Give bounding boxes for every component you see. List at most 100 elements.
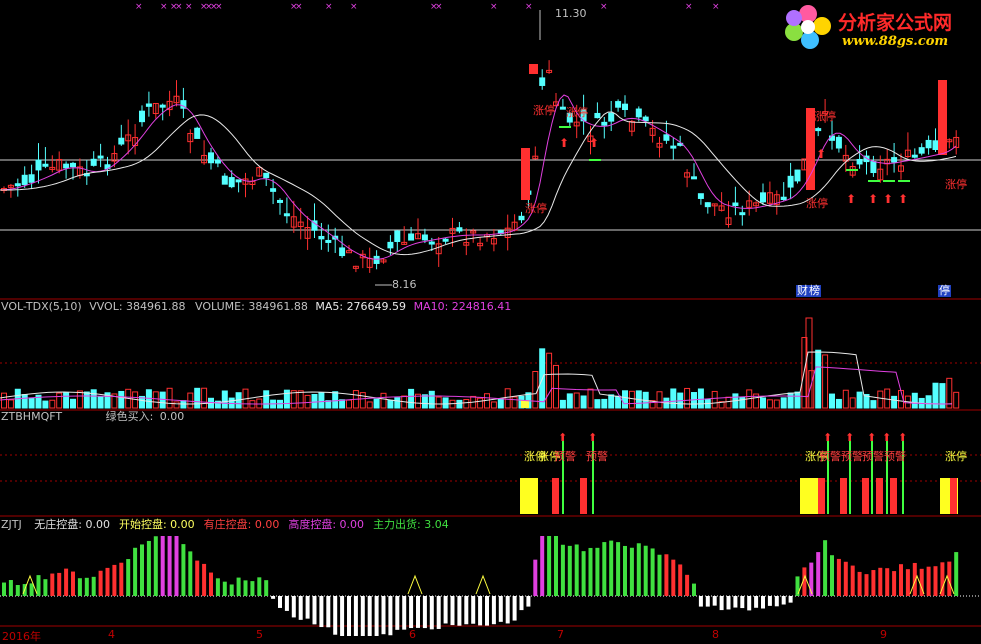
zjtj-bar [678, 564, 683, 596]
candle-body [221, 175, 228, 185]
volume-bar [842, 389, 849, 409]
volume-bar [601, 398, 608, 409]
candle-body [139, 110, 145, 123]
candle-body [270, 188, 277, 192]
zjtj-bar [692, 583, 696, 596]
chart-canvas[interactable]: × × ×× × ×××× ×× × × ×× × × × × ×⬆ ⬆⬆⬆ ⬆ ⬆ ⬆⬆ ⬆ ⬆ ⬆ ⬆ ⬆ ⬆ [0, 0, 981, 644]
candle-body [421, 234, 428, 241]
volume-bar [297, 390, 304, 409]
candle-body [787, 175, 794, 188]
zjtj-bar [767, 596, 772, 606]
candle-body [642, 116, 649, 122]
vvol-label: VVOL: [89, 300, 123, 313]
buy-arrow-icon: ⬆ [898, 192, 908, 206]
zjtj-bar [181, 544, 186, 596]
volume-bar [339, 399, 346, 409]
candle-body [911, 154, 918, 158]
limit-up-tag-3: 涨停 [566, 106, 588, 119]
zjtj-bar [188, 551, 193, 596]
zjtj-bar [71, 571, 75, 596]
candle-body [14, 183, 21, 187]
signal-warn-4: 预警 [841, 450, 863, 463]
volume-bar [346, 399, 352, 409]
zjtj-bar [705, 596, 710, 607]
suspend-badge[interactable]: 停 [938, 285, 951, 297]
volume-bar [622, 390, 628, 409]
zjtj-item-0: 无庄控盘: 0.00 [34, 518, 110, 531]
candle-body [63, 163, 70, 169]
top-cross-marker: × [160, 2, 168, 12]
zjtj-bar [333, 596, 338, 635]
volume-bar [311, 394, 318, 409]
zjtj-bar [105, 567, 110, 596]
candle-body [408, 233, 415, 241]
zjtj-bar [140, 544, 144, 596]
candle-body [732, 202, 739, 207]
volume-bar [615, 395, 622, 409]
signal-limit-4: 涨停 [945, 450, 967, 463]
signal-arrow-icon: ⬆ [558, 431, 567, 444]
zjtj-bar [616, 542, 621, 596]
volume-bar [373, 398, 380, 409]
signal-arrow-icon: ⬆ [823, 431, 832, 444]
volume-bar [835, 398, 842, 409]
volume-bar [70, 398, 76, 409]
candle-body [346, 250, 352, 254]
volume-bar [366, 401, 373, 409]
buy-arrow-icon: ⬆ [846, 192, 856, 206]
buy-arrow-icon: ⬆ [883, 192, 893, 206]
candle-body [780, 196, 787, 201]
volume-bar [608, 394, 615, 409]
vol-panel-header: VOL-TDX(5,10) VVOL: 384961.88 VOLUME: 38… [1, 301, 511, 313]
zjtj-indicator-name[interactable]: ZJTJ [1, 518, 22, 531]
zjtj-bar [885, 568, 890, 596]
zjtj-bar [664, 554, 669, 596]
zjtj-bar [554, 536, 558, 596]
zjtj-bar [84, 577, 89, 596]
candle-body [932, 140, 939, 150]
top-cross-marker: × [185, 2, 193, 12]
zjtj-bar [64, 568, 69, 596]
time-axis-month-8: 8 [712, 628, 719, 641]
zjtj-bar [222, 581, 227, 596]
zjtj-bar [830, 555, 834, 596]
zjtj-bar [119, 562, 124, 596]
zjtj-bar [57, 572, 62, 596]
zjtj-triangle-marker [475, 574, 491, 595]
volume-bar [580, 395, 587, 409]
zjtj-bar [160, 536, 165, 596]
candle-body [794, 169, 801, 182]
zjtj-bar [250, 581, 255, 596]
volume-label: VOLUME: [195, 300, 245, 313]
zjtj-bar [347, 596, 351, 636]
candle-body [622, 103, 628, 111]
volume-bar [953, 391, 960, 409]
ztbh-panel-header: ZTBHMQFT 绿色买入: 0.00 [1, 411, 184, 423]
signal-arrow-icon: ⬆ [588, 431, 597, 444]
zjtj-item-2: 有庄控盘: 0.00 [203, 518, 280, 531]
zjtj-bar [215, 578, 220, 596]
ztbh-indicator-name[interactable]: ZTBHMQFT [1, 410, 62, 423]
zjtj-item-3: 高度控盘: 0.00 [288, 518, 365, 531]
vol-indicator-name[interactable]: VOL-TDX(5,10) [1, 300, 82, 313]
volume-bar [456, 399, 463, 409]
top-cross-marker: × [685, 2, 693, 12]
ranking-badge[interactable]: 榜 [808, 285, 821, 297]
volume-bar [587, 388, 594, 409]
logo-title: 分析家公式网 [838, 12, 953, 34]
top-cross-marker: × [350, 2, 358, 12]
zjtj-bar [505, 596, 510, 624]
buy-arrow-icon: ⬆ [589, 136, 599, 150]
zjtj-items: 无庄控盘: 0.00 开始控盘: 0.00 有庄控盘: 0.00 高度控盘: 0.00… [25, 518, 449, 531]
zjtj-bar [298, 596, 303, 620]
zjtj-bar [229, 584, 234, 596]
candle-body [918, 147, 925, 154]
ma10-value: 224816.41 [451, 300, 512, 313]
volume-bar [787, 392, 794, 409]
volume-bar [7, 399, 14, 409]
limit-up-tag-1: 涨停 [533, 104, 555, 117]
volume-bar [187, 392, 194, 409]
zjtj-bar [643, 545, 648, 596]
zjtj-bar [374, 596, 379, 636]
volume-bar [90, 389, 97, 409]
